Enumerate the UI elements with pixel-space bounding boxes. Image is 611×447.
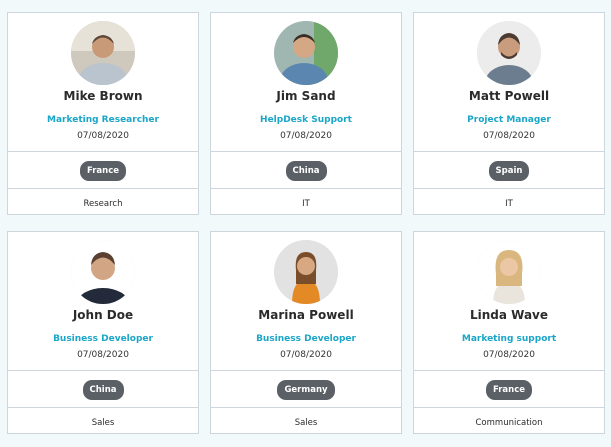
employee-role: Business Developer: [256, 334, 356, 344]
employee-date: 07/08/2020: [77, 131, 129, 141]
divider: [211, 188, 401, 189]
employee-card[interactable]: Mike Brown Marketing Researcher 07/08/20…: [7, 12, 199, 215]
employee-date: 07/08/2020: [280, 350, 332, 360]
divider: [211, 151, 401, 152]
employee-department: Communication: [475, 418, 543, 428]
avatar: [274, 21, 338, 85]
employee-name: Matt Powell: [468, 89, 550, 103]
country-badge: France: [79, 161, 127, 181]
employee-department: IT: [302, 199, 310, 209]
employee-name: Linda Wave: [469, 308, 549, 322]
employee-department: Sales: [91, 418, 115, 428]
employee-date: 07/08/2020: [483, 131, 535, 141]
employee-name: Marina Powell: [258, 308, 354, 322]
avatar: [274, 240, 338, 304]
divider: [414, 407, 604, 408]
avatar: [71, 240, 135, 304]
divider: [211, 370, 401, 371]
employee-role: Project Manager: [467, 115, 551, 125]
employee-name: John Doe: [72, 308, 134, 322]
employee-role: HelpDesk Support: [260, 115, 352, 125]
employee-card[interactable]: Matt Powell Project Manager 07/08/2020 S…: [413, 12, 605, 215]
divider: [414, 151, 604, 152]
divider: [414, 370, 604, 371]
employee-card-grid: Mike Brown Marketing Researcher 07/08/20…: [0, 0, 611, 447]
divider: [8, 188, 198, 189]
employee-date: 07/08/2020: [483, 350, 535, 360]
country-badge: France: [485, 380, 533, 400]
employee-role: Marketing support: [461, 334, 557, 344]
employee-date: 07/08/2020: [77, 350, 129, 360]
employee-department: Sales: [294, 418, 318, 428]
employee-name: Jim Sand: [276, 89, 336, 103]
country-badge: China: [285, 161, 327, 181]
country-badge: Spain: [488, 161, 530, 181]
employee-department: IT: [505, 199, 513, 209]
divider: [8, 370, 198, 371]
country-badge: Germany: [277, 380, 335, 400]
avatar: [477, 240, 541, 304]
employee-card[interactable]: Linda Wave Marketing support 07/08/2020 …: [413, 231, 605, 434]
divider: [414, 188, 604, 189]
divider: [211, 407, 401, 408]
avatar: [71, 21, 135, 85]
avatar: [477, 21, 541, 85]
employee-date: 07/08/2020: [280, 131, 332, 141]
country-badge: China: [82, 380, 124, 400]
divider: [8, 407, 198, 408]
employee-card[interactable]: John Doe Business Developer 07/08/2020 C…: [7, 231, 199, 434]
employee-role: Marketing Researcher: [47, 115, 159, 125]
employee-role: Business Developer: [53, 334, 153, 344]
employee-department: Research: [83, 199, 123, 209]
employee-card[interactable]: Marina Powell Business Developer 07/08/2…: [210, 231, 402, 434]
divider: [8, 151, 198, 152]
employee-card[interactable]: Jim Sand HelpDesk Support 07/08/2020 Chi…: [210, 12, 402, 215]
employee-name: Mike Brown: [63, 89, 143, 103]
